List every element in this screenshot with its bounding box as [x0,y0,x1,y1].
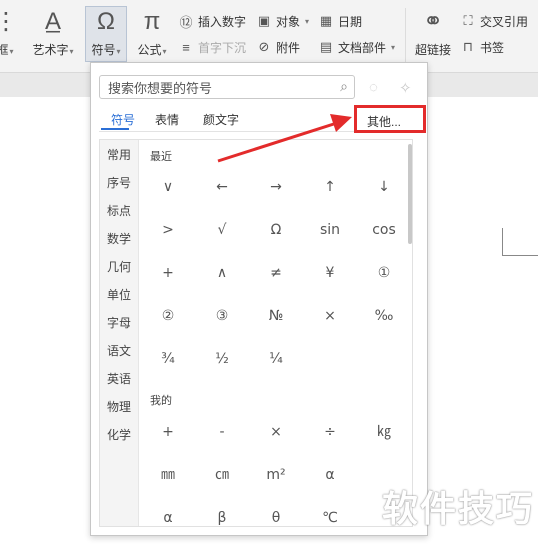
arrow-head [330,114,352,132]
annotation-arrow [217,114,352,163]
arrow-shaft [217,120,341,163]
watermark-text: 软件技巧 [382,489,535,530]
